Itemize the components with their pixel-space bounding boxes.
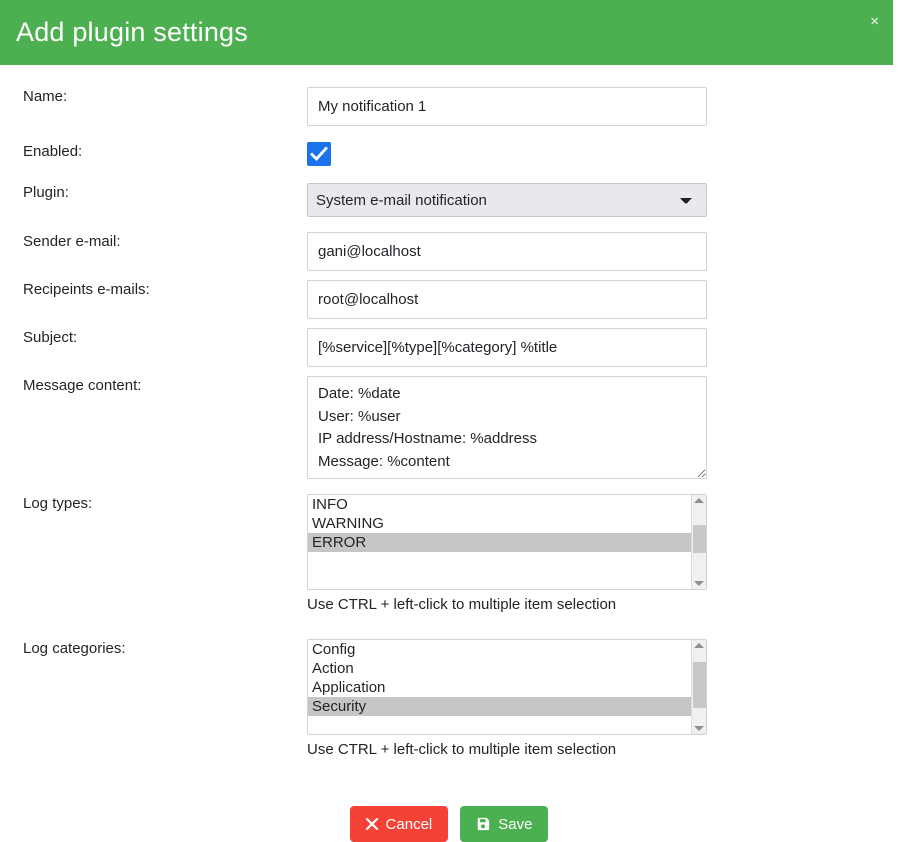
scroll-up-icon[interactable] [694, 643, 704, 648]
control-sender-email [307, 232, 898, 271]
control-message-content: Date: %date User: %user IP address/Hostn… [307, 376, 898, 483]
dialog-body: Name: Enabled: Plugin: System e-mail not… [0, 87, 898, 842]
list-item[interactable]: WARNING [308, 514, 691, 533]
label-name: Name: [23, 88, 68, 105]
log-categories-help: Use CTRL + left-click to multiple item s… [307, 741, 617, 758]
form-row-enabled: Enabled: [0, 142, 898, 170]
save-button-label: Save [498, 815, 533, 833]
form-row-plugin: Plugin: System e-mail notification [0, 183, 898, 217]
log-types-scrollbar[interactable] [691, 495, 706, 589]
floppy-disk-icon [476, 817, 490, 831]
form-row-recipients-emails: Recipeints e-mails: [0, 280, 898, 319]
cancel-button-label: Cancel [385, 815, 433, 833]
recipients-emails-input[interactable] [307, 280, 707, 319]
control-subject [307, 328, 898, 367]
plugin-select[interactable]: System e-mail notification [307, 183, 707, 217]
control-name [307, 87, 898, 126]
log-types-options[interactable]: INFO WARNING ERROR [308, 495, 691, 589]
form-row-subject: Subject: [0, 328, 898, 367]
scroll-up-icon[interactable] [694, 498, 704, 503]
log-categories-scrollbar[interactable] [691, 640, 706, 734]
checkmark-icon [310, 146, 328, 162]
page-title: Add plugin settings [16, 17, 248, 47]
message-content-textarea[interactable]: Date: %date User: %user IP address/Hostn… [307, 376, 707, 479]
save-button[interactable]: Save [460, 806, 549, 842]
sender-email-input[interactable] [307, 232, 707, 271]
form-row-name: Name: [0, 87, 898, 126]
label-subject: Subject: [23, 329, 78, 346]
scroll-down-icon[interactable] [694, 726, 704, 731]
label-message-content: Message content: [23, 377, 142, 394]
control-enabled [307, 142, 898, 170]
control-log-categories: Config Action Application Security Use CTRL… [307, 639, 898, 758]
cancel-button[interactable]: Cancel [349, 806, 449, 842]
list-item[interactable]: Application [308, 678, 691, 697]
label-log-categories: Log categories: [23, 640, 126, 657]
scroll-thumb[interactable] [693, 662, 706, 708]
list-item[interactable]: Config [308, 640, 691, 659]
scroll-thumb[interactable] [693, 525, 706, 553]
control-log-types: INFO WARNING ERROR Use CTRL + left-click t… [307, 494, 898, 613]
close-icon[interactable]: × [866, 12, 883, 31]
list-item[interactable]: Security [308, 697, 691, 716]
label-log-types: Log types: [23, 495, 93, 512]
subject-input[interactable] [307, 328, 707, 367]
form-row-sender-email: Sender e-mail: [0, 232, 898, 271]
label-plugin: Plugin: [23, 184, 69, 201]
control-recipients-emails [307, 280, 898, 319]
name-input[interactable] [307, 87, 707, 126]
log-categories-listbox[interactable]: Config Action Application Security [307, 639, 707, 735]
form-row-log-categories: Log categories: Config Action Application S… [0, 639, 898, 758]
log-types-listbox[interactable]: INFO WARNING ERROR [307, 494, 707, 590]
form-row-message-content: Message content: Date: %date User: %user… [0, 376, 898, 483]
label-enabled: Enabled: [23, 143, 83, 160]
close-icon [365, 818, 378, 830]
label-sender-email: Sender e-mail: [23, 233, 121, 250]
list-item[interactable]: ERROR [308, 533, 691, 552]
enabled-checkbox[interactable] [307, 142, 331, 166]
list-item[interactable]: Action [308, 659, 691, 678]
form-row-log-types: Log types: INFO WARNING ERROR Use CTRL + l… [0, 494, 898, 613]
log-types-help: Use CTRL + left-click to multiple item s… [307, 596, 617, 613]
scroll-down-icon[interactable] [694, 581, 704, 586]
dialog-header: Add plugin settings × [0, 0, 893, 65]
log-categories-options[interactable]: Config Action Application Security [308, 640, 691, 734]
control-plugin: System e-mail notification [307, 183, 898, 217]
list-item[interactable]: INFO [308, 495, 691, 514]
dialog-footer: Cancel Save [0, 790, 898, 842]
label-recipients-emails: Recipeints e-mails: [23, 281, 150, 298]
